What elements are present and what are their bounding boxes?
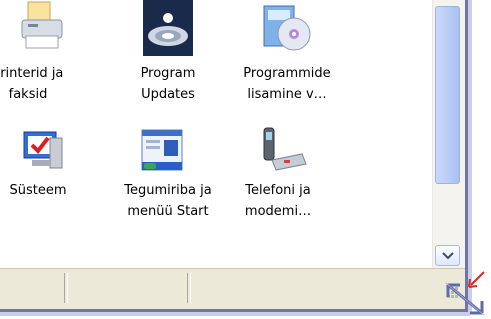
phone-modem-icon (258, 124, 307, 172)
chevron-down-icon (442, 252, 454, 260)
taskbar-start-menu-icon (140, 128, 183, 176)
icon-label: Program Updates (140, 66, 196, 102)
scroll-down-button[interactable] (435, 245, 460, 266)
icon-label: Süsteem (9, 183, 67, 198)
status-bar (0, 268, 465, 309)
control-panel-window: Printerid ja faksid Program Updates (0, 0, 468, 312)
icon-item-system[interactable]: Süsteem (0, 118, 100, 228)
icon-item-add-remove-programs[interactable]: Programmide lisamine v… (237, 0, 337, 110)
frame-highlight-right (468, 0, 472, 314)
icon-item-phone-modem[interactable]: Telefoni ja modemi… (228, 118, 328, 228)
status-separator (187, 273, 191, 303)
vertical-scrollbar[interactable] (432, 0, 465, 268)
red-arrow-icon (470, 271, 485, 286)
resize-indicator (436, 269, 490, 316)
icon-item-program-updates[interactable]: Program Updates (118, 0, 218, 110)
window-frame: Printerid ja faksid Program Updates (0, 0, 483, 318)
icon-label: Printerid ja faksid (0, 66, 64, 102)
icon-item-taskbar-start-menu[interactable]: Tegumiriba ja menüü Start (118, 118, 218, 228)
system-icon (20, 128, 63, 176)
status-separator (64, 273, 68, 303)
add-remove-programs-icon (262, 0, 311, 51)
icon-label: Tegumiriba ja menüü Start (124, 183, 212, 219)
icon-label: Programmide lisamine v… (243, 66, 331, 102)
scrollbar-thumb[interactable] (435, 6, 460, 184)
icon-view: Printerid ja faksid Program Updates (0, 0, 432, 268)
program-updates-icon (143, 0, 193, 56)
frame-highlight-bottom (0, 312, 470, 316)
icon-item-printers[interactable]: Printerid ja faksid (0, 0, 100, 110)
icon-label: Telefoni ja modemi… (244, 183, 312, 219)
printer-icon (18, 0, 63, 49)
